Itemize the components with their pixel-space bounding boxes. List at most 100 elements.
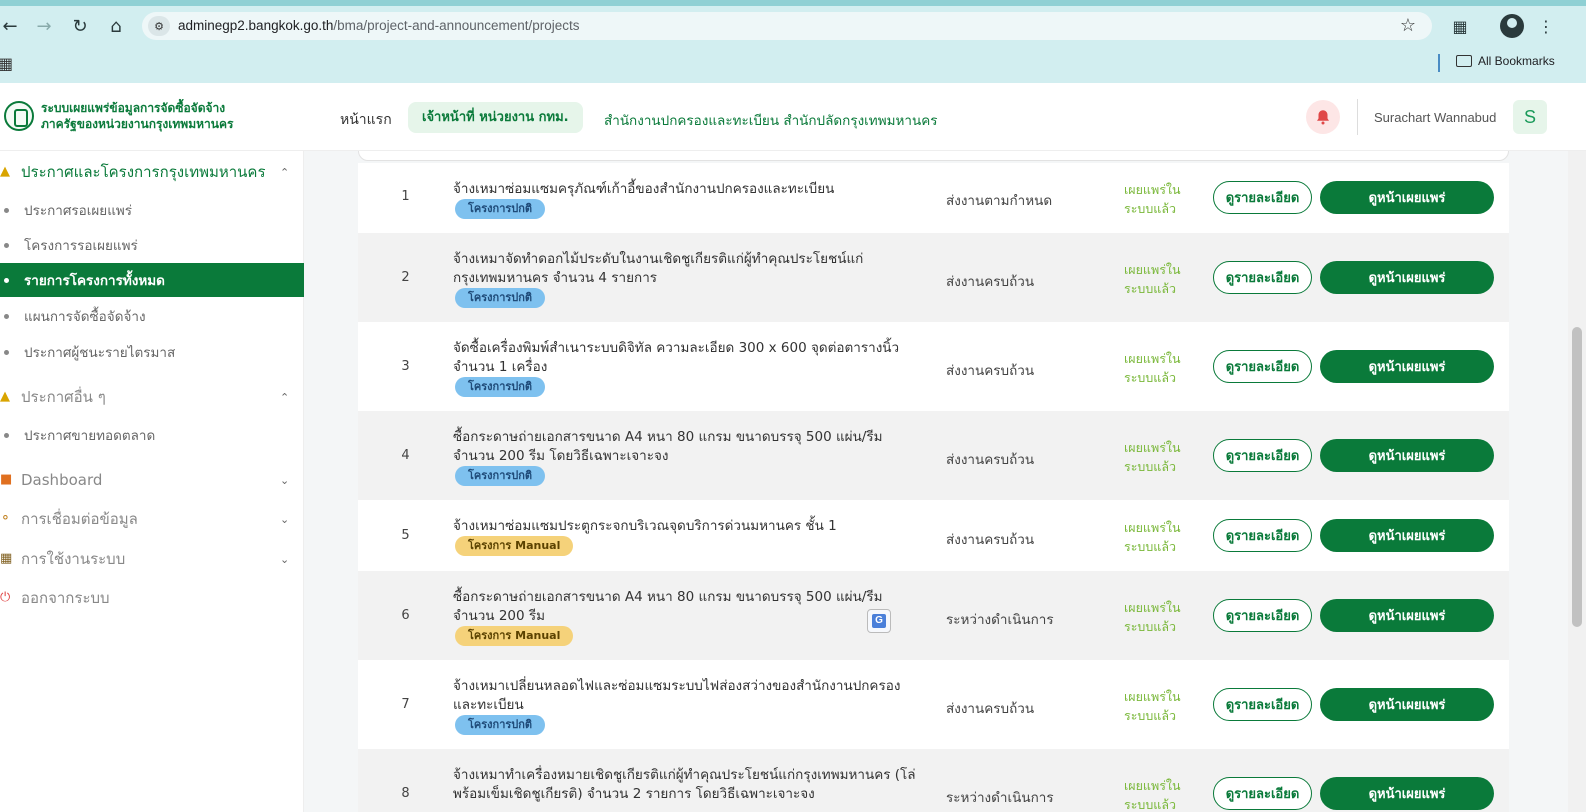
publish-status: เผยแพร่ในระบบแล้ว [1124,778,1181,812]
address-bar[interactable]: ⚙ adminegp2.bangkok.go.th/bma/project-an… [142,12,1432,40]
project-type-badge: โครงการปกติ [455,466,546,486]
project-type-badge: โครงการ Manual [455,536,574,556]
sidebar-item-label: รายการโครงการทั้งหมด [24,273,165,289]
view-publish-page-button[interactable]: ดูหน้าเผยแพร่ [1320,181,1494,214]
url-text[interactable]: adminegp2.bangkok.go.th/bma/project-and-… [178,18,580,33]
view-publish-page-button[interactable]: ดูหน้าเผยแพร่ [1320,599,1494,632]
row-number: 2 [401,270,410,285]
chevron-down-icon: ⌄ [280,512,290,526]
link-icon: ⚬ [0,511,11,526]
sidebar-section-label: ประกาศอื่น ๆ [21,388,106,406]
publish-status: เผยแพร่ในระบบแล้ว [1124,689,1181,723]
megaphone-icon: ▲ [0,164,10,179]
sidebar-section-label: การใช้งานระบบ [21,550,126,568]
home-icon[interactable]: ⌂ [104,14,128,38]
sidebar-item-label: แผนการจัดซื้อจัดจ้าง [24,309,146,325]
sidebar-section-label: Dashboard [21,471,103,489]
home-link[interactable]: หน้าแรก [340,109,392,131]
dashboard-icon: ■ [0,472,13,487]
app-header: ระบบเผยแพร่ข้อมูลการจัดซื้อจัดจ้าง ภาครั… [0,83,1586,151]
page-scrollbar[interactable] [1568,151,1586,812]
header-divider [1357,99,1358,135]
chevron-up-icon: ⌃ [280,165,290,179]
project-type-badge: โครงการ Manual [455,626,574,646]
extensions-icon[interactable]: ▦ [1448,14,1472,38]
sidebar-logout[interactable]: ⏻ ออกจากระบบ [0,583,304,613]
sidebar-section-label: ออกจากระบบ [21,589,110,607]
sidebar-item-pending-projects[interactable]: โครงการรอเผยแพร่ [0,228,304,262]
avatar[interactable]: S [1513,100,1547,134]
forward-icon[interactable]: → [32,14,56,38]
bullet-icon [4,207,9,213]
megaphone-icon: ▲ [0,389,10,404]
sidebar-section-connect[interactable]: ⚬ การเชื่อมต่อข้อมูล ⌄ [0,504,304,534]
sidebar-section-usage[interactable]: ▦ การใช้งานระบบ ⌄ [0,544,304,574]
app-title-line2: ภาครัฐของหน่วยงานกรุงเทพมหานคร [41,117,234,131]
publish-status: เผยแพร่ในระบบแล้ว [1124,262,1181,296]
view-publish-page-button[interactable]: ดูหน้าเผยแพร่ [1320,261,1494,294]
project-status: ส่งงานครบถ้วน [946,701,1035,717]
reload-icon[interactable]: ↻ [68,14,92,38]
view-details-button[interactable]: ดูรายละเอียด [1213,439,1312,472]
manual-icon: ▦ [0,551,13,566]
view-details-button[interactable]: ดูรายละเอียด [1213,261,1312,294]
sidebar-item-all-projects[interactable]: รายการโครงการทั้งหมด [0,263,304,297]
sidebar-section-bma[interactable]: ▲ ประกาศและโครงการกรุงเทพมหานคร ⌃ [0,157,304,187]
bookmarks-divider [1438,54,1440,72]
notification-bell-icon[interactable] [1306,100,1340,134]
sidebar-item-auction[interactable]: ประกาศขายทอดตลาด [0,418,304,452]
bullet-icon [4,242,9,248]
sidebar-item-quarterly-winners[interactable]: ประกาศผู้ชนะรายไตรมาส [0,335,304,369]
sidebar-item-procurement-plan[interactable]: แผนการจัดซื้อจัดจ้าง [0,299,304,333]
bookmark-star-icon[interactable]: ☆ [1400,15,1416,36]
project-type-badge: โครงการปกติ [455,715,546,735]
scrollbar-thumb[interactable] [1572,327,1582,627]
view-publish-page-button[interactable]: ดูหน้าเผยแพร่ [1320,688,1494,721]
google-translate-icon[interactable]: G [867,609,891,633]
row-number: 7 [401,697,410,712]
sidebar-item-pending-announcements[interactable]: ประกาศรอเผยแพร่ [0,193,304,227]
table-row: 2 จ้างเหมาจัดทำดอกไม้ประดับในงานเชิดชูเก… [358,233,1509,322]
app-title[interactable]: ระบบเผยแพร่ข้อมูลการจัดซื้อจัดจ้าง ภาครั… [41,100,233,132]
view-publish-page-button[interactable]: ดูหน้าเผยแพร่ [1320,350,1494,383]
sidebar-section-other[interactable]: ▲ ประกาศอื่น ๆ ⌃ [0,382,304,412]
apps-grid-icon[interactable]: ▦ [0,54,13,73]
publish-status: เผยแพร่ในระบบแล้ว [1124,440,1181,474]
view-publish-page-button[interactable]: ดูหน้าเผยแพร่ [1320,519,1494,552]
view-details-button[interactable]: ดูรายละเอียด [1213,599,1312,632]
menu-kebab-icon[interactable]: ⋮ [1534,14,1558,38]
sidebar-item-label: ประกาศผู้ชนะรายไตรมาส [24,345,176,361]
sidebar-section-dashboard[interactable]: ■ Dashboard ⌄ [0,465,304,495]
row-number: 8 [401,786,410,801]
publish-status: เผยแพร่ในระบบแล้ว [1124,182,1181,216]
project-status: ส่งงานตามกำหนด [946,193,1053,209]
row-number: 4 [401,448,410,463]
row-number: 6 [401,608,410,623]
view-details-button[interactable]: ดูรายละเอียด [1213,777,1312,810]
publish-status: เผยแพร่ในระบบแล้ว [1124,520,1181,554]
bullet-icon [4,277,9,283]
view-details-button[interactable]: ดูรายละเอียด [1213,350,1312,383]
bma-logo-icon[interactable] [4,101,34,131]
project-title: ซื้อกระดาษถ่ายเอกสารขนาด A4 หนา 80 แกรม … [453,429,883,464]
view-details-button[interactable]: ดูรายละเอียด [1213,688,1312,721]
view-details-button[interactable]: ดูรายละเอียด [1213,519,1312,552]
view-details-button[interactable]: ดูรายละเอียด [1213,181,1312,214]
app-title-line1: ระบบเผยแพร่ข้อมูลการจัดซื้อจัดจ้าง [41,101,226,115]
user-name[interactable]: Surachart Wannabud [1374,110,1496,125]
project-type-badge: โครงการปกติ [455,199,546,219]
table-row: 6 ซื้อกระดาษถ่ายเอกสารขนาด A4 หนา 80 แกร… [358,571,1509,660]
back-icon[interactable]: ← [0,14,22,38]
all-bookmarks-button[interactable]: All Bookmarks [1456,54,1555,68]
view-publish-page-button[interactable]: ดูหน้าเผยแพร่ [1320,439,1494,472]
site-info-icon[interactable]: ⚙ [148,16,170,36]
all-bookmarks-label: All Bookmarks [1478,54,1555,68]
chevron-up-icon: ⌃ [280,390,290,404]
project-title: จ้างเหมาทำเครื่องหมายเชิดชูเกียรติแก่ผู้… [453,767,916,802]
project-status: ส่งงานครบถ้วน [946,532,1035,548]
profile-icon[interactable] [1500,14,1524,38]
row-number: 1 [401,189,410,204]
url-path: /bma/project-and-announcement/projects [333,18,580,33]
view-publish-page-button[interactable]: ดูหน้าเผยแพร่ [1320,777,1494,810]
row-number: 3 [401,359,410,374]
